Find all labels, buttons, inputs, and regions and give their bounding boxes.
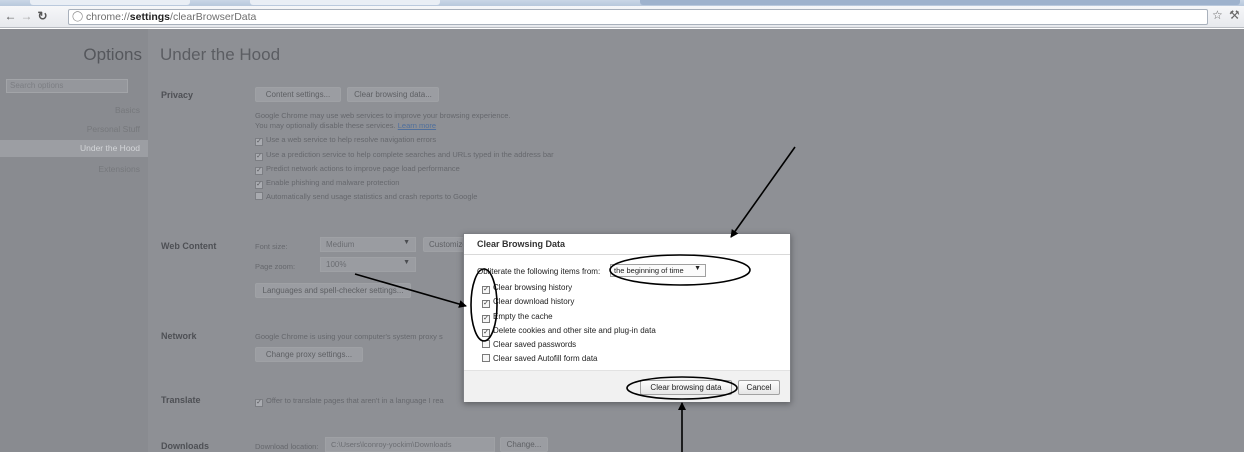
dropdown-arrow-icon: ▼ (694, 265, 701, 272)
privacy-option[interactable]: Automatically send usage statistics and … (255, 192, 477, 201)
content-settings-button[interactable]: Content settings... (255, 87, 341, 102)
checkbox[interactable]: ✓ (482, 286, 490, 294)
font-size-label: Font size: (255, 242, 288, 251)
empty-cache-option[interactable]: ✓ Empty the cache (482, 312, 553, 323)
app-window: ← → ↻ ◯ chrome://settings/clearBrowserDa… (0, 0, 1244, 452)
forward-icon[interactable]: → (19, 9, 34, 24)
checkbox[interactable] (482, 354, 490, 362)
network-description: Google Chrome is using your computer's s… (255, 332, 443, 341)
clear-passwords-label: Clear saved passwords (493, 340, 577, 349)
learn-more-link[interactable]: Learn more (398, 121, 436, 130)
privacy-option-label: Use a prediction service to help complet… (266, 150, 554, 159)
privacy-option[interactable]: ✓ Use a prediction service to help comple… (255, 150, 554, 161)
checkbox[interactable]: ✓ (255, 138, 263, 146)
languages-button[interactable]: Languages and spell-checker settings... (255, 283, 411, 298)
privacy-description: Google Chrome may use web services to im… (255, 111, 511, 120)
url-host: settings (129, 11, 171, 23)
dialog-title: Clear Browsing Data (477, 239, 566, 249)
checkbox[interactable] (482, 340, 490, 348)
tab[interactable] (30, 0, 190, 5)
confirm-clear-button[interactable]: Clear browsing data (640, 380, 732, 395)
privacy-section-label: Privacy (161, 90, 194, 100)
checkbox[interactable]: ✓ (482, 329, 490, 337)
time-range-value: the beginning of time (614, 266, 684, 275)
sidebar-title: Options (83, 45, 142, 64)
empty-cache-label: Empty the cache (493, 312, 553, 321)
translate-option[interactable]: ✓ Offer to translate pages that aren't in… (255, 396, 444, 407)
privacy-option[interactable]: ✓ Predict network actions to improve page… (255, 164, 460, 175)
clear-autofill-option[interactable]: Clear saved Autofill form data (482, 354, 598, 363)
clear-downloads-option[interactable]: ✓ Clear download history (482, 297, 574, 308)
checkbox[interactable]: ✓ (255, 399, 263, 407)
page-icon: ◯ (72, 11, 84, 22)
clear-downloads-label: Clear download history (493, 297, 575, 306)
dialog-divider (464, 254, 790, 255)
checkbox[interactable]: ✓ (255, 167, 263, 175)
privacy-description-2: You may optionally disable these service… (255, 121, 436, 130)
change-proxy-button[interactable]: Change proxy settings... (255, 347, 363, 362)
bookmark-star-icon[interactable]: ☆ (1212, 8, 1223, 22)
checkbox[interactable]: ✓ (255, 181, 263, 189)
privacy-option-label: Automatically send usage statistics and … (266, 192, 478, 201)
delete-cookies-option[interactable]: ✓ Delete cookies and other site and plug-… (482, 326, 656, 337)
clear-history-label: Clear browsing history (493, 283, 573, 292)
sidebar-item-basics[interactable]: Basics (0, 102, 148, 119)
privacy-option-label: Predict network actions to improve page … (266, 164, 460, 173)
sidebar-item-personal-stuff[interactable]: Personal Stuff (0, 121, 148, 138)
dropdown-arrow-icon: ▼ (403, 239, 410, 246)
privacy-option[interactable]: ✓ Enable phishing and malware protection (255, 178, 399, 189)
download-location-field[interactable]: C:\Users\lconroy-yockim\Downloads (325, 437, 495, 452)
back-icon[interactable]: ← (3, 9, 18, 24)
checkbox[interactable]: ✓ (255, 153, 263, 161)
clear-history-option[interactable]: ✓ Clear browsing history (482, 283, 572, 294)
font-size-value: Medium (326, 240, 355, 249)
search-options-input[interactable]: Search options (6, 79, 128, 93)
cancel-button[interactable]: Cancel (738, 380, 780, 395)
privacy-option[interactable]: ✓ Use a web service to help resolve navig… (255, 135, 436, 146)
sidebar: Options Search options Basics Personal S… (0, 29, 148, 452)
dropdown-arrow-icon: ▼ (403, 259, 410, 266)
page-zoom-value: 100% (326, 260, 347, 269)
dialog-footer: Clear browsing data Cancel (464, 370, 790, 402)
clear-browsing-data-dialog: Clear Browsing Data Obliterate the follo… (463, 233, 791, 402)
translate-section-label: Translate (161, 395, 201, 405)
change-download-location-button[interactable]: Change... (500, 437, 548, 452)
sidebar-item-under-the-hood[interactable]: Under the Hood (0, 140, 148, 157)
url-scheme: chrome:// (86, 11, 130, 23)
privacy-option-label: Use a web service to help resolve naviga… (266, 135, 437, 144)
url-text: chrome://settings/clearBrowserData (86, 11, 256, 23)
clear-browsing-data-button[interactable]: Clear browsing data... (347, 87, 439, 102)
wrench-icon[interactable]: ⚒ (1229, 8, 1240, 22)
privacy-optional-text: You may optionally disable these service… (255, 121, 396, 130)
toolbar: ← → ↻ ◯ chrome://settings/clearBrowserDa… (0, 6, 1244, 28)
clear-passwords-option[interactable]: Clear saved passwords (482, 340, 576, 349)
sidebar-item-extensions[interactable]: Extensions (0, 161, 148, 178)
delete-cookies-label: Delete cookies and other site and plug-i… (493, 326, 656, 335)
network-section-label: Network (161, 331, 197, 341)
reload-icon[interactable]: ↻ (35, 9, 50, 24)
page-title: Under the Hood (160, 45, 281, 64)
privacy-option-label: Enable phishing and malware protection (266, 178, 400, 187)
tab[interactable] (250, 0, 440, 5)
customize-fonts-button[interactable]: Customize (423, 237, 467, 252)
clear-autofill-label: Clear saved Autofill form data (493, 354, 598, 363)
checkbox[interactable]: ✓ (482, 300, 490, 308)
time-range-select[interactable]: the beginning of time ▼ (610, 264, 706, 277)
web-content-section-label: Web Content (161, 241, 217, 251)
checkbox[interactable]: ✓ (482, 315, 490, 323)
obliterate-label: Obliterate the following items from: (477, 267, 601, 276)
tab[interactable] (640, 0, 1240, 5)
url-path: /clearBrowserData (170, 11, 257, 23)
download-location-label: Download location: (255, 442, 319, 451)
page-zoom-select[interactable]: 100% ▼ (320, 257, 416, 272)
address-bar[interactable]: ◯ chrome://settings/clearBrowserData (68, 9, 1208, 25)
downloads-section-label: Downloads (161, 441, 210, 451)
translate-option-label: Offer to translate pages that aren't in … (266, 396, 444, 405)
checkbox[interactable] (255, 192, 263, 200)
font-size-select[interactable]: Medium ▼ (320, 237, 416, 252)
page-zoom-label: Page zoom: (255, 262, 296, 271)
